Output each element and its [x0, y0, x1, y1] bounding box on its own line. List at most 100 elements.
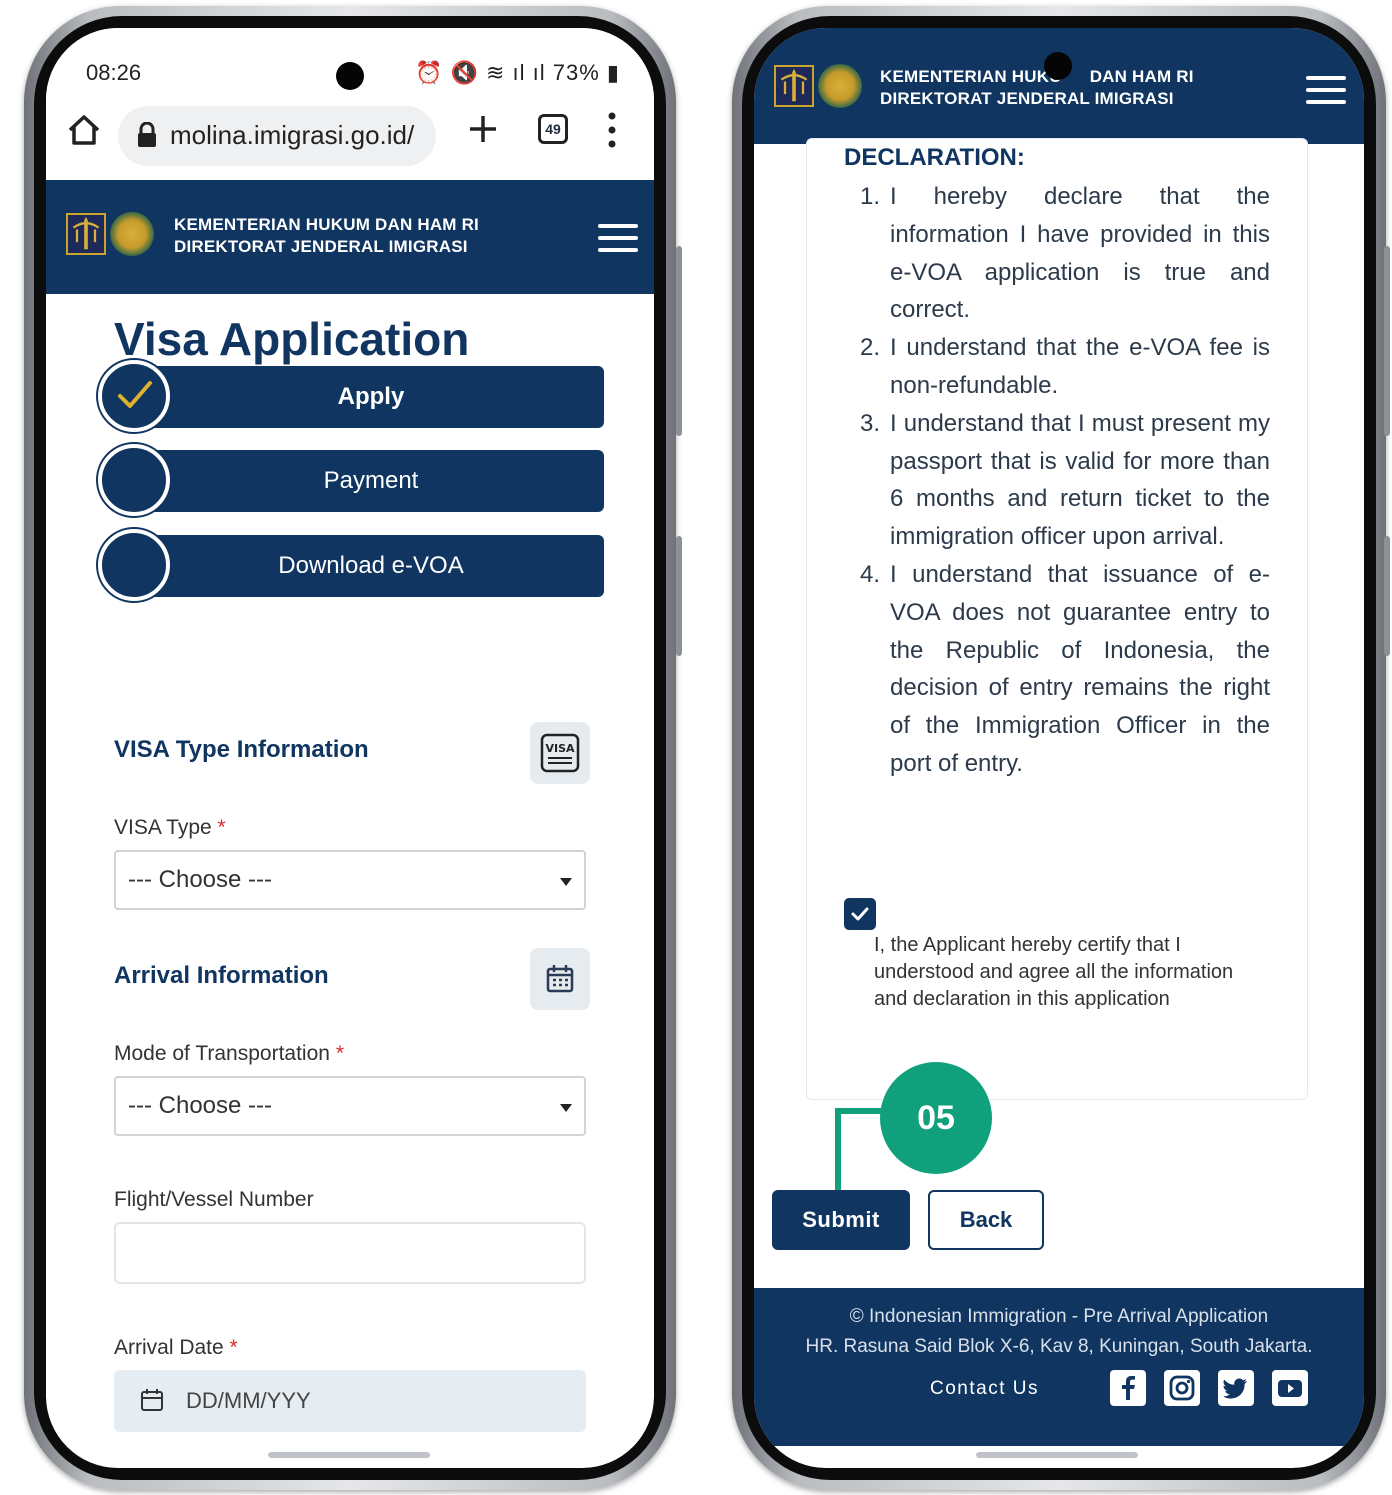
battery-level: 73%: [552, 60, 600, 85]
app-header: KEMENTERIAN HUKUM DAN HAM RI DIREKTORAT …: [46, 180, 654, 294]
gesture-nav-bar[interactable]: [976, 1452, 1138, 1458]
declaration-title: DECLARATION:: [844, 144, 1025, 171]
header-line-2: DIREKTORAT JENDERAL IMIGRASI: [174, 237, 468, 256]
step-indicator-completed: [98, 360, 170, 432]
flight-number-label: Flight/Vessel Number: [114, 1188, 314, 1211]
app-header: KEMENTERIAN HUKU DAN HAM RI DIREKTORAT JE…: [754, 28, 1364, 144]
step-indicator-pending: [98, 529, 170, 601]
transport-label-text: Mode of Transportation: [114, 1042, 330, 1065]
immigration-logo-icon: [774, 65, 814, 107]
arrival-date-label: Arrival Date *: [114, 1336, 238, 1360]
declaration-item: 1. I hereby declare that the information …: [860, 183, 1270, 324]
phone-screen-left: 08:26 ⏰ 🔇 ≋ ıl ıl 73% ▮ molina.imigrasi.…: [46, 28, 654, 1468]
certify-text: I, the Applicant hereby certify that I u…: [874, 934, 1234, 1010]
front-camera: [1044, 52, 1072, 80]
url-text: molina.imigrasi.go.id/: [170, 120, 415, 150]
dropdown-caret-icon: [560, 1104, 572, 1112]
header-line-1: KEMENTERIAN HUKUM DAN HAM RI: [174, 215, 479, 234]
header-title: KEMENTERIAN HUKUM DAN HAM RI DIREKTORAT …: [174, 214, 479, 258]
visa-type-label: VISA Type *: [114, 816, 226, 840]
declaration-item: 3. I understand that I must present my pa…: [860, 409, 1270, 551]
header-line-1: KEMENTERIAN HUKU DAN HAM RI: [880, 66, 1194, 88]
step-apply[interactable]: Apply: [98, 360, 604, 434]
header-line-1-right: DAN HAM RI: [1089, 67, 1194, 86]
transport-label: Mode of Transportation *: [114, 1042, 344, 1066]
visa-section-title: VISA Type Information: [114, 736, 369, 763]
annotation-connector: [835, 1108, 841, 1190]
header-line-1-left: KEMENTERIAN HUKU: [880, 67, 1062, 86]
youtube-icon[interactable]: [1272, 1370, 1308, 1406]
lock-icon: [138, 122, 156, 147]
status-time: 08:26: [86, 60, 142, 85]
page-title: Visa Application: [114, 313, 470, 365]
ministry-emblem-icon: [818, 64, 862, 108]
browser-toolbar: molina.imigrasi.go.id/ 49: [46, 98, 654, 180]
step-label-payment: Payment: [138, 450, 604, 512]
footer-copyright: © Indonesian Immigration - Pre Arrival A…: [849, 1306, 1269, 1327]
step-number-badge: 05: [880, 1062, 992, 1174]
gesture-nav-bar[interactable]: [268, 1452, 430, 1458]
new-tab-icon[interactable]: [466, 112, 500, 146]
visa-icon-text: VISA: [545, 742, 575, 755]
phone-left: 08:26 ⏰ 🔇 ≋ ıl ıl 73% ▮ molina.imigrasi.…: [24, 6, 682, 1490]
visa-type-select[interactable]: --- Choose ---: [114, 850, 586, 910]
dropdown-caret-icon: [560, 878, 572, 886]
declaration-item: 4. I understand that issuance of e-VOA do…: [860, 560, 1270, 777]
arrival-date-input[interactable]: DD/MM/YYY: [114, 1370, 586, 1432]
hamburger-menu-icon[interactable]: [598, 224, 638, 252]
back-button[interactable]: Back: [928, 1190, 1044, 1250]
more-menu-icon[interactable]: [606, 110, 618, 150]
arrival-date-label-text: Arrival Date: [114, 1336, 224, 1359]
visa-type-label-text: VISA Type: [114, 816, 212, 839]
volume-button: [676, 246, 682, 436]
ministry-emblem-icon: [110, 212, 154, 256]
step-label-apply: Apply: [138, 366, 604, 428]
checkbox-check-icon: [851, 907, 869, 921]
transport-value: --- Choose ---: [128, 1092, 273, 1119]
step-download-evoa[interactable]: Download e-VOA: [98, 529, 604, 603]
arrival-section-icon-box: [530, 948, 590, 1010]
arrival-section-title: Arrival Information: [114, 962, 329, 989]
step-payment[interactable]: Payment: [98, 444, 604, 518]
certify-checkbox[interactable]: [844, 898, 876, 930]
hamburger-menu-icon[interactable]: [1306, 76, 1346, 104]
status-icons: ⏰ 🔇 ≋ ıl ıl 73% ▮: [414, 60, 620, 85]
logo-group: [66, 212, 154, 256]
required-mark: *: [335, 1042, 344, 1065]
required-mark: *: [217, 816, 226, 839]
footer: © Indonesian Immigration - Pre Arrival A…: [754, 1288, 1364, 1446]
visa-type-value: --- Choose ---: [128, 866, 273, 893]
logo-group: [774, 64, 862, 108]
power-button: [1384, 536, 1390, 656]
phone-screen-right: KEMENTERIAN HUKU DAN HAM RI DIREKTORAT JE…: [754, 28, 1364, 1468]
address-bar[interactable]: molina.imigrasi.go.id/: [118, 106, 436, 166]
header-line-2: DIREKTORAT JENDERAL IMIGRASI: [880, 89, 1174, 108]
instagram-icon[interactable]: [1164, 1370, 1200, 1406]
flight-number-input[interactable]: [114, 1222, 586, 1284]
home-icon[interactable]: [64, 110, 104, 150]
volume-button: [1384, 246, 1390, 436]
visa-icon: VISA: [540, 733, 580, 773]
checkmark-icon: [118, 381, 152, 408]
header-title: KEMENTERIAN HUKU DAN HAM RI DIREKTORAT JE…: [880, 66, 1194, 110]
calendar-icon: [546, 965, 574, 993]
twitter-icon[interactable]: [1218, 1370, 1254, 1406]
immigration-logo-icon: [66, 213, 106, 255]
arrival-date-placeholder: DD/MM/YYY: [186, 1388, 311, 1413]
step-label-download: Download e-VOA: [138, 535, 604, 597]
front-camera: [336, 62, 364, 90]
submit-button[interactable]: Submit: [772, 1190, 910, 1250]
phone-right: KEMENTERIAN HUKU DAN HAM RI DIREKTORAT JE…: [732, 6, 1390, 1490]
transport-select[interactable]: --- Choose ---: [114, 1076, 586, 1136]
calendar-icon: [141, 1389, 163, 1411]
visa-section-icon-box: VISA: [530, 722, 590, 784]
declaration-list: 1. I hereby declare that the information …: [860, 178, 1270, 783]
declaration-item: 2. I understand that the e-VOA fee is non…: [860, 334, 1270, 399]
power-button: [676, 536, 682, 656]
annotation-connector: [835, 1108, 885, 1114]
contact-us-link[interactable]: Contact Us: [930, 1378, 1039, 1400]
footer-address: HR. Rasuna Said Blok X-6, Kav 8, Kuninga…: [805, 1336, 1313, 1357]
required-mark: *: [229, 1336, 238, 1359]
facebook-icon[interactable]: [1110, 1370, 1146, 1406]
tab-switcher-button[interactable]: 49: [538, 114, 568, 144]
